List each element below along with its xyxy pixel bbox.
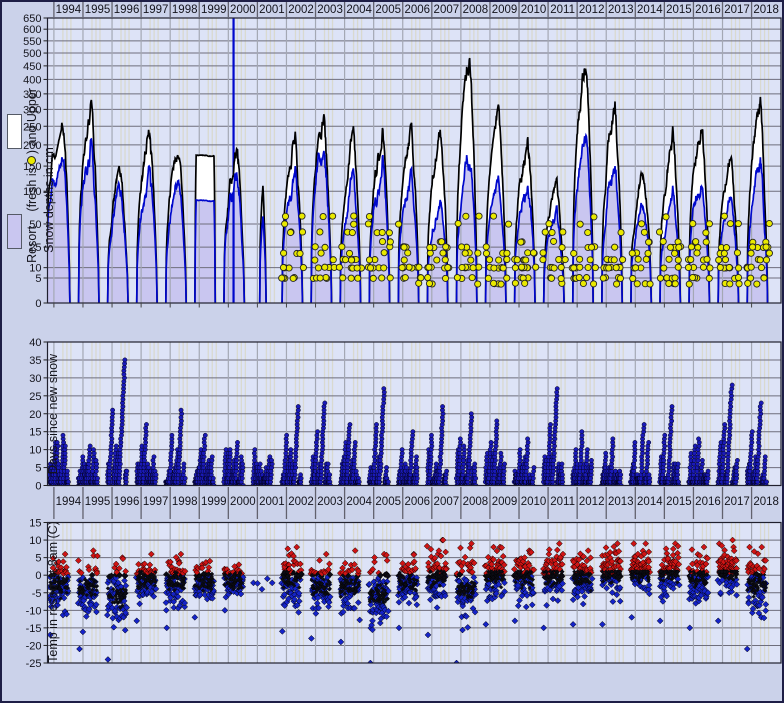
year-label: 2004 [346,4,372,16]
snow-history-chart: 1994199519961997199819992000200120022003… [0,0,784,703]
year-label: 2017 [724,496,750,508]
year-label: 2014 [637,496,663,508]
year-label: 2002 [288,4,314,16]
year-label: 2010 [521,496,547,508]
year-label: 2013 [608,496,634,508]
y-tick-label: 35 [29,355,41,367]
year-label: 1995 [85,4,111,16]
year-label: 1999 [201,4,227,16]
year-label: 2004 [346,496,372,508]
year-label: 2000 [230,496,256,508]
snow-depth-panel: 6506005505004504003503002502001501005025… [23,13,781,310]
year-label: 2005 [375,4,401,16]
y-tick-label: -25 [26,658,42,670]
year-label: 2015 [666,496,692,508]
year-label: 2008 [463,496,489,508]
year-label: 2007 [434,496,460,508]
chart-canvas: 1994199519961997199819992000200120022003… [0,0,784,703]
year-label: 2008 [463,4,489,16]
year-label: 2011 [550,4,575,16]
year-label: 2009 [492,496,518,508]
mid-year-axis: 1994199519961997199819992000200120022003… [54,487,779,519]
year-label: 2006 [404,496,430,508]
year-label: 2012 [579,496,605,508]
year-label: 2009 [492,4,518,16]
y-tick-label: 10 [29,445,41,457]
year-label: 1998 [172,496,198,508]
year-label: 2002 [288,496,314,508]
year-label: 2001 [259,4,285,16]
year-label: 2016 [695,4,721,16]
y-tick-label: 5 [35,463,41,475]
y-tick-label: 15 [29,427,41,439]
resort-depth-fill [195,200,215,303]
temp-axis-label: Temp in resort at 8am (C) [45,462,61,703]
year-label: 1999 [201,496,227,508]
days-since-snow-panel: 40 35 30 25 20 15 10 5 0 [29,337,781,493]
year-label: 2015 [666,4,692,16]
year-label: 2011 [550,496,575,508]
year-label: 1994 [56,4,82,16]
year-label: 2010 [521,4,547,16]
year-label: 2013 [608,4,634,16]
y-tick-label: 0 [35,570,41,582]
year-label: 1997 [143,496,169,508]
year-label: 2005 [375,496,401,508]
year-label: 2014 [637,4,663,16]
year-label: 1995 [85,496,111,508]
year-label: 2018 [753,496,779,508]
y-tick-label: 0 [35,481,41,493]
year-label: 2018 [753,4,779,16]
y-tick-label: 20 [29,409,41,421]
top-year-axis: 1994199519961997199819992000200120022003… [54,2,779,17]
y-tick-label: 30 [29,373,41,385]
year-label: 2017 [724,4,750,16]
year-label: 2012 [579,4,605,16]
year-label: 2016 [695,496,721,508]
snow-axis-label-line1: Resort (fresh is) and Upper [24,10,40,330]
resort-legend-swatch [7,214,22,249]
y-tick-label: 10 [29,535,41,547]
year-label: 2001 [259,496,285,508]
y-tick-label: -5 [32,588,42,600]
y-tick-label: 5 [35,553,41,565]
upper-legend-swatch [7,114,22,149]
y-tick-label: 25 [29,391,41,403]
fresh-snow-dot-icon [27,156,36,165]
year-label: 2006 [404,4,430,16]
year-label: 2003 [317,496,343,508]
y-tick-label: -15 [26,623,42,635]
year-label: 1996 [114,4,140,16]
y-tick-label: 40 [29,337,41,349]
year-label: 1997 [143,4,169,16]
temperature-panel: 15 10 5 0 -5 -10 -15 -20 -25 [26,518,781,671]
snow-axis-label-line2: Snow depths in cm [41,80,57,320]
year-label: 2003 [317,4,343,16]
year-label: 2007 [434,4,460,16]
year-label: 1996 [114,496,140,508]
y-tick-label: -10 [26,605,42,617]
snow-axis-resort-text: Resort [25,226,39,263]
y-tick-label: -20 [26,640,42,652]
y-tick-label: 15 [29,518,41,530]
year-label: 2000 [230,4,256,16]
snow-axis-fresh-text: (fresh is) and Upper [25,88,39,211]
year-label: 1998 [172,4,198,16]
